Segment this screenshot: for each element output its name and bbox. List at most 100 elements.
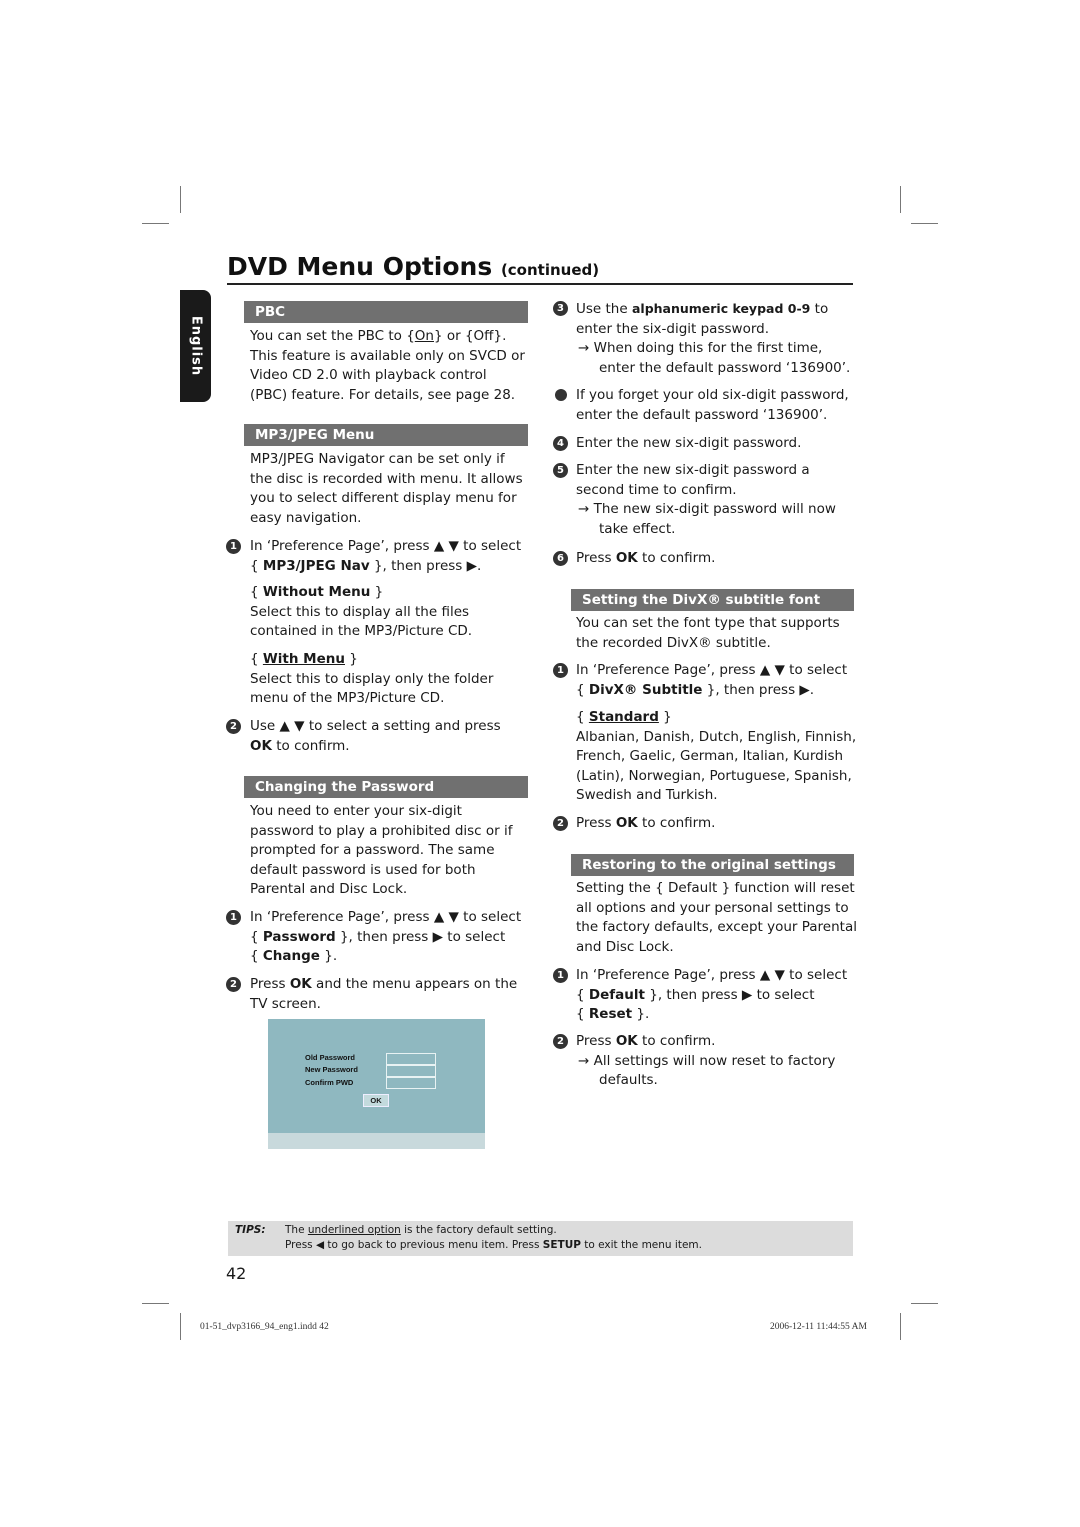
- menu-item-name: MP3/JPEG Nav: [262, 557, 370, 574]
- text-line: you to select different display menu for: [250, 490, 517, 507]
- divx-step-2: Press OK to confirm.: [576, 814, 715, 834]
- result-line: enter the default password ‘136900’.: [599, 359, 851, 376]
- text-line: contained in the MP3/Picture CD.: [250, 623, 473, 640]
- text: }, then press ▶ to select: [644, 986, 815, 1003]
- text-line: menu of the MP3/Picture CD.: [250, 690, 445, 707]
- text-line: Select this to display all the files: [250, 603, 470, 620]
- tips-line-2: Press ◀ to go back to previous menu item…: [285, 1239, 702, 1251]
- text-line: This feature is available only on SVCD o…: [250, 347, 525, 364]
- result-line: → When doing this for the first time,: [578, 340, 823, 357]
- text: to confirm.: [637, 815, 716, 831]
- text: }, then press ▶.: [369, 557, 482, 574]
- text-line: default password is used for both: [250, 861, 476, 878]
- bullet-icon: [555, 389, 567, 401]
- text-line: Video CD 2.0 with playback control: [250, 367, 487, 384]
- page-title: DVD Menu Options (continued): [227, 250, 853, 285]
- crop-mark: [900, 186, 901, 213]
- title-suffix: (continued): [500, 261, 600, 279]
- password-note: If you forget your old six-digit passwor…: [576, 386, 849, 425]
- text-line: (PBC) feature. For details, see page 28.: [250, 386, 516, 403]
- step-number-4: 4: [553, 436, 568, 451]
- option-label: Without Menu: [262, 584, 371, 600]
- underlined-text: underlined option: [307, 1224, 401, 1236]
- slug-timestamp: 2006-12-11 11:44:55 AM: [770, 1322, 867, 1332]
- page-number: 42: [226, 1264, 247, 1283]
- text-line: the recorded DivX® subtitle.: [576, 634, 771, 651]
- key-name: OK: [615, 1033, 638, 1049]
- old-password-field: [386, 1053, 436, 1065]
- language-tab-label: English: [188, 315, 203, 377]
- slug-filename: 01-51_dvp3166_94_eng1.indd 42: [200, 1322, 329, 1332]
- text-line: You need to enter your six-digit: [250, 803, 462, 819]
- divx-heading: Setting the DivX® subtitle font: [571, 589, 854, 611]
- step-number-1: 1: [226, 910, 241, 925]
- text: {: [250, 557, 263, 574]
- restore-intro: Setting the { Default } function will re…: [576, 879, 857, 957]
- confirm-password-label: Confirm PWD: [305, 1078, 354, 1087]
- screen-footer-bar: [268, 1133, 485, 1149]
- step-number-1: 1: [553, 663, 568, 678]
- language-tab: English: [180, 290, 211, 402]
- text: to confirm.: [637, 1033, 716, 1049]
- mp3-jpeg-heading: MP3/JPEG Menu: [244, 424, 528, 446]
- text: is the factory default setting.: [400, 1224, 557, 1236]
- key-name: OK: [615, 815, 638, 831]
- step-number-3: 3: [553, 301, 568, 316]
- step-number-5: 5: [553, 463, 568, 478]
- password-screen-illustration: Old Password New Password Confirm PWD OK: [268, 1019, 485, 1149]
- title-text: DVD Menu Options: [227, 252, 493, 281]
- text-line: In ‘Preference Page’, press ▲ ▼ to selec…: [250, 909, 522, 925]
- password-step-4: Enter the new six-digit password.: [576, 435, 802, 451]
- step-number-2: 2: [226, 719, 241, 734]
- text-line: prompted for a password. The same: [250, 842, 495, 859]
- crop-mark: [911, 1303, 938, 1304]
- password-step-3: Use the alphanumeric keypad 0-9 to enter…: [576, 299, 850, 378]
- text: to confirm.: [637, 550, 716, 566]
- menu-item-name: Change: [262, 948, 320, 965]
- key-name: SETUP: [542, 1239, 581, 1251]
- text: }, then press ▶.: [702, 681, 815, 698]
- restore-step-2: Press OK to confirm. → All settings will…: [576, 1032, 835, 1091]
- crop-mark: [180, 186, 181, 213]
- text-line: the factory defaults, except your Parent…: [576, 919, 857, 936]
- new-password-label: New Password: [305, 1065, 358, 1074]
- confirm-password-field: [386, 1077, 436, 1089]
- text: } or {Off}.: [433, 328, 507, 344]
- key-name: alphanumeric keypad 0-9: [631, 301, 811, 316]
- text-line: You can set the font type that supports: [576, 615, 840, 631]
- tips-label: TIPS:: [235, 1224, 266, 1236]
- text: and the menu appears on the: [311, 976, 518, 992]
- mp3-option-without-menu: { Without Menu } Select this to display …: [250, 583, 472, 642]
- key-name: OK: [289, 976, 312, 992]
- step-number-2: 2: [226, 977, 241, 992]
- divx-step-1: In ‘Preference Page’, press ▲ ▼ to selec…: [576, 662, 848, 698]
- text: Press ◀ to go back to previous menu item…: [285, 1239, 543, 1251]
- text-line: French, Gaelic, German, Italian, Kurdish: [576, 748, 844, 765]
- step-number-2: 2: [553, 816, 568, 831]
- text-line: (Latin), Norwegian, Portuguese, Spanish,: [576, 767, 852, 784]
- text-line: enter the six-digit password.: [576, 320, 770, 337]
- text-line: In ‘Preference Page’, press ▲ ▼ to selec…: [576, 662, 848, 678]
- text-line: Parental and Disc Lock.: [250, 881, 408, 898]
- option-label-default: With Menu: [262, 651, 345, 667]
- password-step-1: In ‘Preference Page’, press ▲ ▼ to selec…: [250, 909, 522, 965]
- result-line: → All settings will now reset to factory: [578, 1052, 836, 1069]
- default-option: On: [414, 328, 434, 344]
- old-password-label: Old Password: [305, 1053, 356, 1062]
- text: to confirm.: [271, 737, 350, 754]
- password-step-2: Press OK and the menu appears on the TV …: [250, 975, 517, 1014]
- text: Press: [250, 976, 290, 992]
- mp3-option-with-menu: { With Menu } Select this to display onl…: [250, 650, 493, 709]
- pbc-body: You can set the PBC to {On} or {Off}. Th…: [250, 327, 525, 405]
- step-number-1: 1: [226, 539, 241, 554]
- text-line: second time to confirm.: [576, 481, 737, 498]
- result-line: take effect.: [599, 520, 676, 537]
- text-line: Enter the new six-digit password a: [576, 462, 810, 478]
- text-line: Select this to display only the folder: [250, 670, 494, 687]
- text: Use the: [576, 301, 632, 317]
- ok-button: OK: [363, 1094, 389, 1107]
- crop-mark: [900, 1313, 901, 1340]
- menu-item-name: DivX® Subtitle: [588, 681, 703, 698]
- text-line: TV screen.: [250, 995, 321, 1012]
- text: You can set the PBC to {: [250, 328, 415, 344]
